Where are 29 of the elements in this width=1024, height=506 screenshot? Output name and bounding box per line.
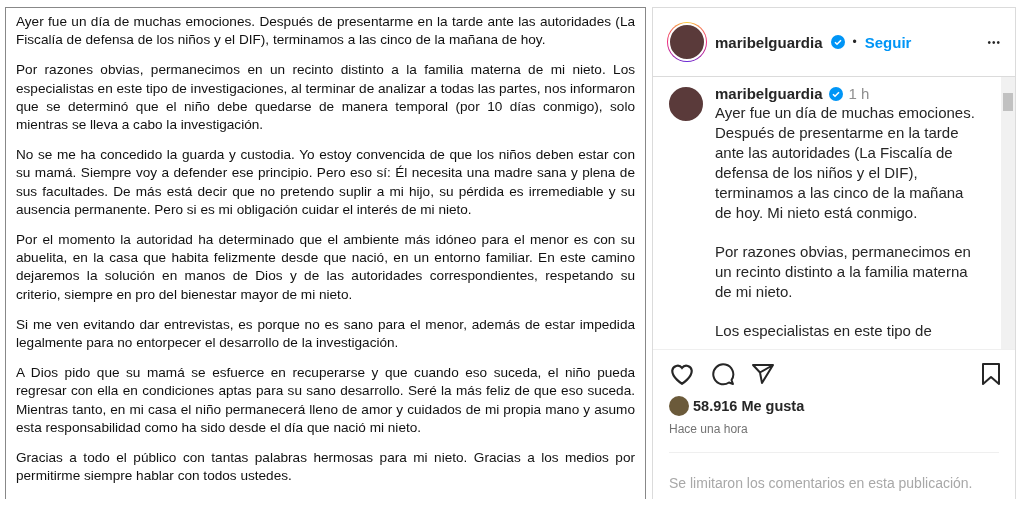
verified-badge-icon [828,86,843,101]
liker-avatar [669,396,689,416]
caption-paragraph: Ayer fue un día de muchas emociones. Después de presentarme en la tarde ante las autoridades (La Fiscalía de defensa de los niños y el DIF), terminamos a las cinco de la mañana de hoy. Mi nieto está conmigo. [715,103,975,223]
avatar-placeholder [668,23,706,61]
document-paragraph: Gracias a todo el público con tantas palabras hermosas para mi nieto. Gracias a los medios por permitirme siempre hablar con todos ustedes. [16,449,635,486]
comment-button[interactable] [711,362,735,386]
post-time: 1 h [848,85,870,102]
verified-badge-icon [830,35,845,49]
document-paragraph: Por el momento la autoridad ha determinado que el ambiente más idóneo para el menor es con su abuelita, en la casa que habita felizmente desde que nació, en un entorno familiar. En este camino dejaremos la solución en manos de Dios y de las autoridades correspondientes, respetando su criterio, siempre en pro del bienestar mayor de mi nieto. [16,231,635,304]
post-date: Hace una hora [668,421,749,438]
likes-count[interactable]: 58.916 Me gusta [693,398,805,414]
bookmark-button[interactable] [981,362,1001,386]
scrollbar[interactable] [1001,77,1015,349]
avatar-ring[interactable] [667,22,707,62]
caption-paragraph: Los especialistas en este tipo de [715,321,933,341]
separator-dot: • [852,35,857,49]
document-paragraph: No se me ha concedido la guarda y custodia. Yo estoy convencida de que los niños deben estar con su mamá. Siempre voy a defender ese principio. Pero eso sí: Él necesita una madre sana y plena de sus facultades. De más está decir que no pretendo suplir a mi hijo, su pérdida es irremediable y su ausencia permanente. Pero si es mi obligación cuidar el interés de mi nieto. [16,146,635,219]
username[interactable]: maribelguardia [715,85,823,102]
more-options-button[interactable]: ••• [987,36,1001,48]
like-button[interactable] [669,362,695,386]
share-button[interactable] [751,362,775,386]
caption-paragraph: Por razones obvias, permanecimos en un recinto distinto a la familia materna de mi nieto. [715,242,972,302]
document-paragraph: Por razones obvias, permanecimos en un recinto distinto a la familia materna de mi nieto. Los especialistas en este tipo de investigaciones, al terminar de analizar a todas las partes, nos informaron que se determinó que el niño debe quedarse de manera temporal (por 10 días conmigo), solo mientras se lleva a cabo la investigación. [16,61,635,134]
comments-notice: Se limitaron los comentarios en esta publicación. [668,474,974,491]
document-paragraph: A Dios pido que su mamá se esfuerce en recuperarse y que cuando eso suceda, el niño pueda regresar con ella en condiciones aptas para su sano desarrollo. Seré la más feliz de que eso suceda. Mientras tanto, en mi casa el niño permanecerá lleno de amor y cuidados de mi propia mano y asumo esta responsabilidad como ha sido desde el día que nació mi nieto. [16,364,635,437]
scrollbar-thumb[interactable] [1003,93,1013,111]
document-paragraph: Ayer fue un día de muchas emociones. Después de presentarme en la tarde ante las autoridades (La Fiscalía de defensa de los niños y el DIF), terminamos a las cinco de la mañana de hoy. [16,13,635,50]
username[interactable]: maribelguardia [715,33,823,51]
document-paragraph: Si me ven evitando dar entrevistas, es porque no es sano para el menor, además de estar impedida legalmente para no entorpecer el desarrollo de la investigación. [16,315,635,353]
